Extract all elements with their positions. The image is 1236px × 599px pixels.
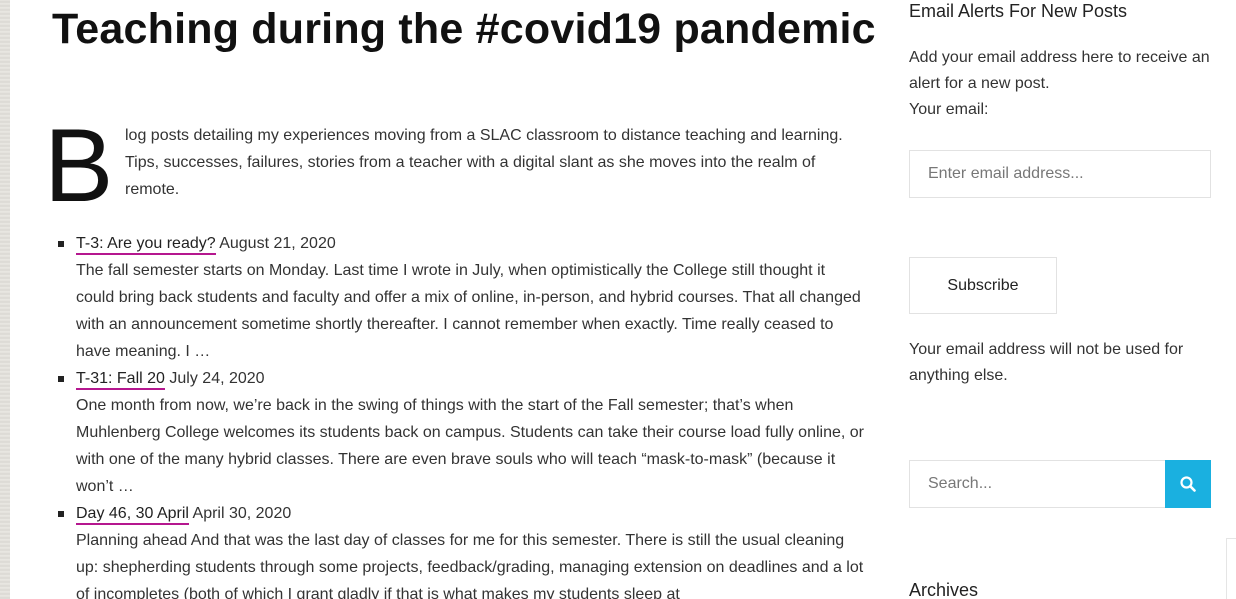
post-excerpt: One month from now, we’re back in the sw… <box>76 397 864 495</box>
email-widget-description: Add your email address here to receive a… <box>909 45 1214 123</box>
search-button[interactable] <box>1165 460 1211 508</box>
post-item: T-31: Fall 20 July 24, 2020 One month fr… <box>52 365 867 500</box>
page: Teaching during the #covid19 pandemic B … <box>0 0 1236 599</box>
post-excerpt: The fall semester starts on Monday. Last… <box>76 262 861 360</box>
email-widget-text: Add your email address here to receive a… <box>909 49 1210 92</box>
search-input[interactable] <box>909 460 1166 508</box>
left-edge-texture <box>0 0 10 599</box>
archives-widget-title: Archives <box>909 580 979 599</box>
list-bullet <box>58 376 64 382</box>
page-title: Teaching during the #covid19 pandemic <box>52 5 876 53</box>
email-label: Your email: <box>909 101 989 118</box>
list-bullet <box>58 511 64 517</box>
search-icon <box>1180 476 1196 492</box>
intro-dropcap: B <box>44 108 114 224</box>
intro-text: log posts detailing my experiences movin… <box>125 127 843 198</box>
post-title-link[interactable]: T-3: Are you ready? <box>76 235 216 255</box>
email-widget-title: Email Alerts For New Posts <box>909 1 1128 21</box>
intro: B log posts detailing my experiences mov… <box>44 114 867 218</box>
subscribe-button[interactable]: Subscribe <box>909 257 1057 314</box>
post-list: T-3: Are you ready? August 21, 2020 The … <box>52 230 867 599</box>
post-date: July 24, 2020 <box>169 370 265 387</box>
post-title-link[interactable]: T-31: Fall 20 <box>76 370 165 390</box>
post-date: August 21, 2020 <box>219 235 336 252</box>
post-excerpt: Planning ahead And that was the last day… <box>76 532 864 599</box>
post-title-link[interactable]: Day 46, 30 April <box>76 505 189 525</box>
email-privacy-note: Your email address will not be used for … <box>909 341 1184 384</box>
post-date: April 30, 2020 <box>192 505 292 522</box>
post-item: T-3: Are you ready? August 21, 2020 The … <box>52 230 867 365</box>
post-item: Day 46, 30 April April 30, 2020 Planning… <box>52 500 867 599</box>
search-form <box>909 460 1211 508</box>
email-input[interactable] <box>909 150 1211 198</box>
list-bullet <box>58 241 64 247</box>
scroll-to-top-widget[interactable] <box>1226 538 1236 599</box>
